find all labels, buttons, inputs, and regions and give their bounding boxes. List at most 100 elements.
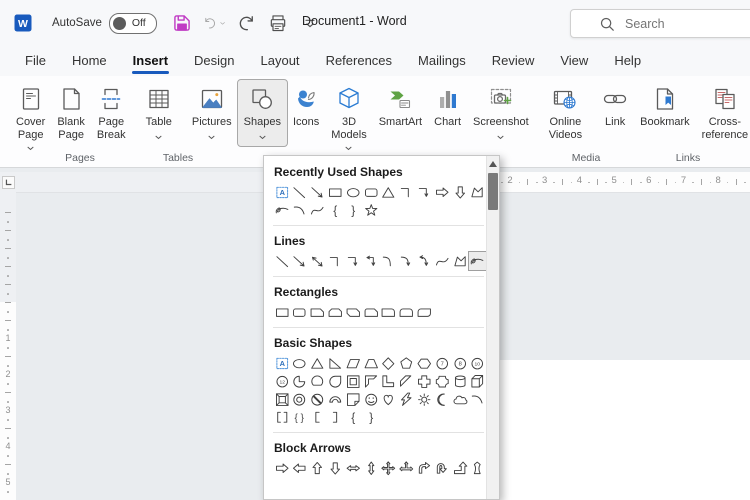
shape-diamond[interactable] [380,354,398,372]
shape-left-bracket[interactable] [309,408,327,426]
shape-snip-same-side-corner-rectangle[interactable] [326,303,344,321]
shape-isoceles-triangle[interactable] [309,354,327,372]
shape-freeform-shape[interactable] [469,183,486,201]
pictures-button[interactable]: Pictures [186,80,238,146]
undo-dropdown-chevron-icon[interactable] [220,21,225,26]
bookmark-button[interactable]: Bookmark [634,80,696,131]
shape-down-block-arrow[interactable] [451,183,469,201]
shape-left-brace[interactable]: { [344,408,362,426]
shape-bevel[interactable] [273,390,291,408]
shape-double-bracket[interactable] [273,408,291,426]
shape-freeform-shape[interactable] [451,252,469,270]
shape-cloud[interactable] [451,390,469,408]
shape-isoceles-triangle[interactable] [380,183,398,201]
shape-snip-single-corner-rectangle[interactable] [309,303,327,321]
blank-page-button[interactable]: Blank Page [51,80,91,144]
tab-help[interactable]: Help [601,48,654,75]
shape-left-right-block-arrow[interactable] [344,459,362,477]
shape-arc[interactable] [291,201,309,219]
shape-cross[interactable] [415,372,433,390]
shape-frame[interactable] [344,372,362,390]
shape-right-block-arrow[interactable] [433,183,451,201]
chart-button[interactable]: Chart [428,80,467,131]
shape-left-right-up-arrow[interactable] [398,459,416,477]
shape-text-box[interactable]: A [273,183,291,201]
shape-text-box[interactable]: A [273,354,291,372]
shape-snip-diagonal-corner-rectangle[interactable] [344,303,362,321]
shape-left-block-arrow[interactable] [291,459,309,477]
online-videos-button[interactable]: Online Videos [543,80,588,144]
shape-sun[interactable] [415,390,433,408]
shape-no-symbol[interactable] [309,390,327,408]
shape-curve[interactable] [309,201,327,219]
shape-line-arrow[interactable] [309,183,327,201]
3d-models-button[interactable]: 3D Models [325,80,372,157]
shape-right-bracket[interactable] [326,408,344,426]
shape-elbow-arrow-connector[interactable] [344,252,362,270]
search-input[interactable] [623,16,747,32]
shape-elbow-arrow-connector[interactable] [415,183,433,201]
shape-curved-up-arrow[interactable] [469,459,486,477]
scroll-up-button[interactable] [487,156,499,171]
shape-line[interactable] [273,252,291,270]
shape-heptagon[interactable]: 7 [433,354,451,372]
shape-rounded-rectangle[interactable] [362,183,380,201]
shape-lightning-bolt[interactable] [398,390,416,408]
shape-rounded-rectangle[interactable] [291,303,309,321]
tab-references[interactable]: References [313,48,405,75]
shape-right-block-arrow[interactable] [273,459,291,477]
shape-double-brace[interactable]: {} [291,408,309,426]
shapes-button[interactable]: Shapes [238,80,287,146]
shape-teardrop[interactable] [326,372,344,390]
shape-round-same-side-corner-rectangle[interactable] [398,303,416,321]
shape-right-brace[interactable]: } [362,408,380,426]
tab-review[interactable]: Review [479,48,548,75]
shape-chord[interactable] [309,372,327,390]
autosave-toggle[interactable]: Off [109,13,157,34]
cross-reference-button[interactable]: Cross-reference [696,80,750,144]
shape-star-5-point[interactable] [362,201,380,219]
tab-view[interactable]: View [547,48,601,75]
shape-right-triangle[interactable] [326,354,344,372]
tab-insert[interactable]: Insert [120,48,181,75]
shape-moon[interactable] [433,390,451,408]
icons-button[interactable]: Icons [287,80,325,131]
dropdown-scrollbar[interactable] [486,156,499,499]
page-break-button[interactable]: Page Break [91,80,132,144]
shape-folded-corner[interactable] [344,390,362,408]
shape-right-brace[interactable]: } [344,201,362,219]
shape-curve[interactable] [433,252,451,270]
shape-diagonal-stripe[interactable] [398,372,416,390]
tab-mailings[interactable]: Mailings [405,48,479,75]
shape-line-double-arrow[interactable] [309,252,327,270]
shape-round-diagonal-corner-rectangle[interactable] [415,303,433,321]
shape-line-arrow[interactable] [291,252,309,270]
undo-button[interactable] [203,12,225,34]
shape-donut[interactable] [291,390,309,408]
shape-plaque[interactable] [433,372,451,390]
scrollbar-thumb[interactable] [488,173,498,210]
shape-snip-and-round-single-corner-rectangle[interactable] [362,303,380,321]
shape-up-block-arrow[interactable] [309,459,327,477]
shape-elbow-connector[interactable] [398,183,416,201]
shape-l-shape[interactable] [380,372,398,390]
search-box[interactable] [570,9,750,38]
tab-home[interactable]: Home [59,48,120,75]
shape-bent-up-arrow[interactable] [451,459,469,477]
shape-oval[interactable] [344,183,362,201]
cover-page-button[interactable]: Cover Page [10,80,51,157]
shape-half-frame[interactable] [362,372,380,390]
shape-arc[interactable] [469,390,486,408]
shape-curved-double-arrow-connector[interactable] [415,252,433,270]
save-button[interactable] [171,12,193,34]
shape-round-single-corner-rectangle[interactable] [380,303,398,321]
shape-curved-arrow-connector[interactable] [398,252,416,270]
shape-pie[interactable] [291,372,309,390]
shape-rectangle[interactable] [273,303,291,321]
shape-parallelogram[interactable] [344,354,362,372]
shape-oval[interactable] [291,354,309,372]
shape-heart[interactable] [380,390,398,408]
shape-freeform-scribble[interactable] [273,201,291,219]
shape-quad-arrow[interactable] [380,459,398,477]
table-button[interactable]: Table [140,80,178,146]
